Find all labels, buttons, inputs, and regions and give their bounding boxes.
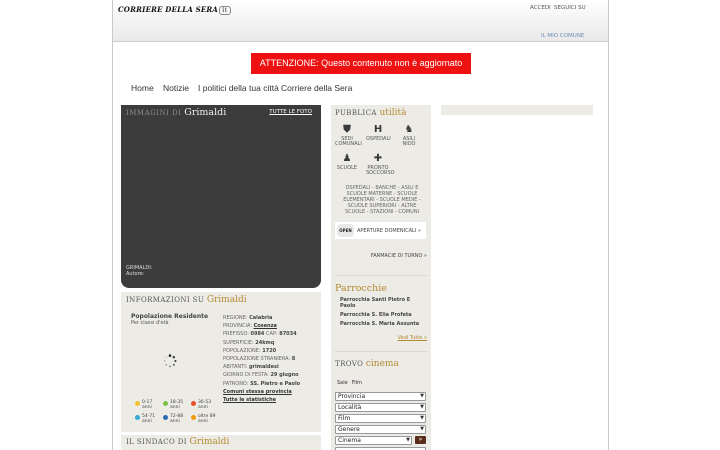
info-heading: INFORMAZIONI SU Grimaldi bbox=[126, 295, 247, 305]
public-utility-heading: PUBBLICA utilità bbox=[335, 108, 407, 118]
gallery-title: IMMAGINI DI Grimaldi bbox=[126, 107, 227, 118]
fact-row: POPOLAZIONE: 1720 bbox=[223, 347, 277, 354]
asili-nido-icon: ♞ bbox=[404, 124, 414, 135]
all-parishes-link[interactable]: Vedi Tutte » bbox=[398, 335, 427, 341]
fact-row: PREFISSO: 0984 CAP: 87034 bbox=[223, 331, 297, 338]
legend-swatch bbox=[135, 401, 140, 406]
pronto-soccorso-icon: ✚ bbox=[373, 153, 383, 164]
sedi-comunali-icon: ⛊ bbox=[343, 124, 351, 135]
chevron-down-icon: ▼ bbox=[420, 415, 424, 421]
town-facts: REGIONE: Calabria PROVINCIA: Cosenza PRE… bbox=[223, 314, 318, 404]
legend-swatch bbox=[163, 415, 168, 420]
asili-nido-button[interactable]: ♞ ASILI NIDO bbox=[397, 124, 421, 147]
gallery-caption: GRIMALDI: Autore: bbox=[126, 265, 153, 277]
genre-select[interactable]: Genere ▼ bbox=[335, 425, 426, 434]
site-header: CORRIERE DELLA SERA it ACCEDI SEGUICI SU … bbox=[113, 0, 608, 42]
scuole-icon: ♟ bbox=[342, 153, 352, 164]
chevron-down-icon: ▼ bbox=[420, 393, 424, 399]
chevron-down-icon: ▼ bbox=[406, 437, 410, 443]
legend-swatch bbox=[163, 401, 168, 406]
photo-gallery[interactable]: IMMAGINI DI Grimaldi TUTTE LE FOTO GRIMA… bbox=[121, 105, 321, 288]
ospedali-icon: H bbox=[373, 124, 383, 135]
logo-text: CORRIERE DELLA SERA bbox=[118, 5, 219, 14]
cinema-select[interactable]: Cinema ▼ bbox=[335, 436, 412, 445]
fact-row: GIORNO DI FESTA: 29 giugno bbox=[223, 372, 299, 379]
scuole-button[interactable]: ♟ SCUOLE bbox=[335, 153, 359, 171]
fact-row: PATRONO: SS. Pietro e Paolo bbox=[223, 380, 301, 387]
chevron-down-icon: ▼ bbox=[420, 426, 424, 432]
parish-item[interactable]: Parrocchia Santi Pietro E Paolo bbox=[340, 297, 426, 309]
divider bbox=[335, 351, 427, 352]
town-info-panel: INFORMAZIONI SU Grimaldi Popolazione Res… bbox=[121, 292, 321, 432]
fact-row: ABITANTI: grimaldesi bbox=[223, 364, 279, 371]
same-province-link[interactable]: Comuni stessa provincia bbox=[223, 389, 292, 395]
cinema-tabs: Sale Film bbox=[337, 380, 366, 386]
legend-swatch bbox=[135, 415, 140, 420]
nav-notizie[interactable]: Notizie bbox=[163, 83, 189, 93]
follow-us-link[interactable]: SEGUICI SU bbox=[554, 5, 586, 11]
pronto-soccorso-button[interactable]: ✚ PRONTO SOCCORSO bbox=[366, 153, 395, 176]
fact-row: REGIONE: Calabria bbox=[223, 315, 273, 321]
all-photos-link[interactable]: TUTTE LE FOTO bbox=[269, 109, 312, 115]
services-list-links[interactable]: OSPEDALI - BANCHE - ASILI E SCUOLE MATER… bbox=[337, 185, 427, 215]
sedi-comunali-button[interactable]: ⛊ SEDI COMUNALI bbox=[335, 124, 362, 147]
locality-select[interactable]: Località ▼ bbox=[335, 403, 426, 412]
ospedali-button[interactable]: H OSPEDALI bbox=[366, 124, 391, 142]
province-link[interactable]: Cosenza bbox=[254, 323, 277, 329]
fact-row: PROVINCIA: Cosenza bbox=[223, 323, 277, 330]
fact-row: SUPERFICIE: 24kmq bbox=[223, 339, 275, 346]
population-subtitle: Per classi d'età bbox=[131, 320, 169, 326]
cinema-search-button[interactable]: » bbox=[415, 436, 426, 444]
chevron-down-icon: ▼ bbox=[420, 404, 424, 410]
outdated-content-banner: ATTENZIONE: Questo contenuto non è aggio… bbox=[251, 53, 471, 74]
mayor-panel: IL SINDACO DI Grimaldi bbox=[121, 435, 321, 450]
sunday-openings-link[interactable]: OPEN APERTURE DOMENICALI » bbox=[335, 222, 426, 239]
divider bbox=[335, 275, 427, 276]
legend-swatch bbox=[191, 415, 196, 420]
page-shell: CORRIERE DELLA SERA it ACCEDI SEGUICI SU … bbox=[112, 0, 609, 450]
login-link[interactable]: ACCEDI bbox=[530, 5, 551, 11]
cinema-heading: TROVO cinema bbox=[335, 359, 399, 369]
parishes-heading: Parrocchie bbox=[335, 283, 387, 294]
film-select[interactable]: Film ▼ bbox=[335, 414, 426, 423]
nav-corriere[interactable]: Corriere della Sera bbox=[281, 83, 352, 93]
province-select[interactable]: Provincia ▼ bbox=[335, 392, 426, 401]
parish-item[interactable]: Parrocchia S. Maria Assunta bbox=[340, 321, 426, 327]
loading-spinner-icon bbox=[163, 354, 177, 368]
open-badge-icon: OPEN bbox=[337, 224, 354, 237]
all-stats-link[interactable]: Tutte le statistiche bbox=[223, 397, 276, 403]
legend-swatch bbox=[191, 401, 196, 406]
mayor-heading: IL SINDACO DI Grimaldi bbox=[126, 437, 230, 447]
services-column: PUBBLICA utilità ⛊ SEDI COMUNALI H OSPEDAL… bbox=[331, 105, 431, 450]
tab-sale[interactable]: Sale bbox=[337, 380, 348, 386]
pharmacies-on-duty-link[interactable]: FARMACIE DI TURNO » bbox=[371, 253, 427, 259]
population-title: Popolazione Residente bbox=[131, 313, 209, 320]
fact-row: POPOLAZIONE STRANIERA: 8 bbox=[223, 356, 296, 363]
right-column-placeholder bbox=[441, 105, 593, 115]
nav-home[interactable]: Home bbox=[131, 83, 154, 93]
my-town-link[interactable]: IL MIO COMUNE bbox=[541, 33, 584, 39]
logo-badge: it bbox=[219, 6, 231, 15]
tab-film[interactable]: Film bbox=[352, 380, 362, 386]
nav-politici[interactable]: I politici della tua città bbox=[198, 83, 279, 93]
sunday-openings-label: APERTURE DOMENICALI » bbox=[357, 228, 421, 234]
parish-item[interactable]: Parrocchia S. Elia Profeta bbox=[340, 312, 426, 318]
site-logo[interactable]: CORRIERE DELLA SERA it bbox=[118, 5, 231, 15]
